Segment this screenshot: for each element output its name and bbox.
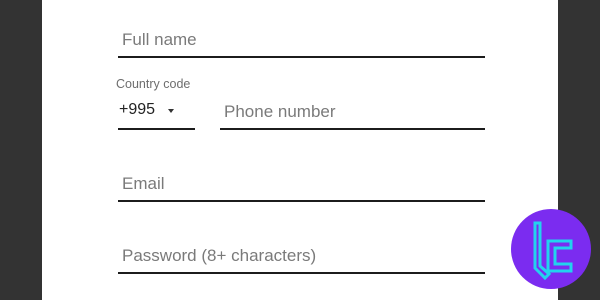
phone-number-field <box>220 98 485 130</box>
signup-form-card: Country code +995 <box>42 0 558 300</box>
country-code-label: Country code <box>116 77 191 91</box>
country-code-value: +995 <box>119 101 156 118</box>
full-name-input[interactable] <box>118 26 485 54</box>
password-field <box>118 242 485 274</box>
signup-screen: Country code +995 <box>0 0 600 300</box>
password-input[interactable] <box>118 242 485 270</box>
email-input[interactable] <box>118 170 485 198</box>
country-code-select[interactable]: +995 <box>118 98 195 130</box>
phone-number-input[interactable] <box>220 98 485 126</box>
brand-logo-icon <box>511 209 591 289</box>
full-name-field <box>118 26 485 58</box>
left-backdrop <box>0 0 42 300</box>
caret-down-icon <box>168 108 175 113</box>
logo-circle <box>511 209 591 289</box>
email-field <box>118 170 485 202</box>
